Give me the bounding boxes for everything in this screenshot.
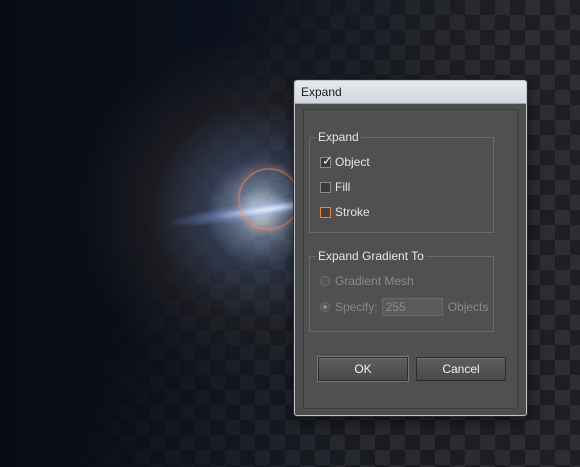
- ok-button[interactable]: OK: [318, 357, 408, 381]
- specify-radio[interactable]: [320, 302, 330, 312]
- expand-gradient-legend: Expand Gradient To: [316, 249, 426, 263]
- cancel-button[interactable]: Cancel: [416, 357, 506, 381]
- lens-flare-ring: [238, 168, 300, 230]
- object-label: Object: [335, 155, 370, 169]
- dialog-title: Expand: [301, 85, 342, 99]
- specify-option[interactable]: Specify: 255 Objects: [320, 298, 489, 316]
- specify-label: Specify:: [335, 300, 378, 314]
- dialog-titlebar[interactable]: Expand: [295, 81, 526, 104]
- stroke-label: Stroke: [335, 205, 370, 219]
- gradient-mesh-label: Gradient Mesh: [335, 274, 414, 288]
- checkmark-icon: ✓: [322, 152, 333, 168]
- stroke-option[interactable]: Stroke: [320, 204, 370, 220]
- expand-group: Expand ✓ Object Fill Stroke: [309, 130, 494, 233]
- gradient-mesh-option[interactable]: Gradient Mesh: [320, 273, 414, 289]
- objects-label: Objects: [447, 300, 489, 314]
- expand-gradient-group: Expand Gradient To Gradient Mesh Specify…: [309, 249, 494, 332]
- fill-checkbox[interactable]: [320, 181, 331, 193]
- object-checkbox[interactable]: ✓: [320, 152, 333, 168]
- expand-dialog: Expand Expand ✓ Object Fill Stroke Expan…: [294, 80, 527, 416]
- object-option[interactable]: ✓ Object: [320, 152, 370, 170]
- specify-objects-field[interactable]: 255: [381, 298, 443, 316]
- gradient-mesh-radio[interactable]: [320, 276, 330, 286]
- fill-option[interactable]: Fill: [320, 179, 350, 195]
- stroke-checkbox[interactable]: [320, 206, 331, 218]
- expand-group-legend: Expand: [316, 130, 361, 144]
- fill-label: Fill: [335, 180, 351, 194]
